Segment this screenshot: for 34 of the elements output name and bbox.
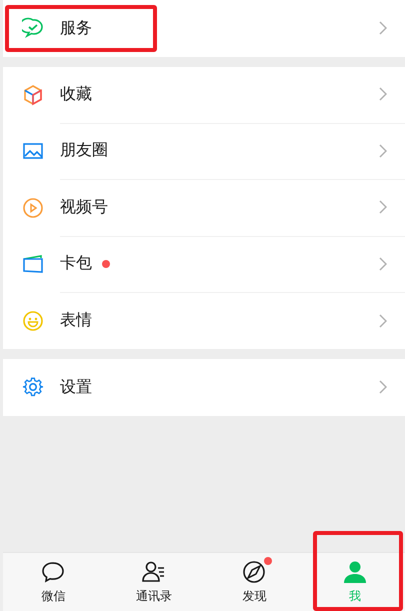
chevron-icon xyxy=(379,314,387,328)
card-icon xyxy=(22,253,44,276)
menu-item-label: 表情 xyxy=(60,310,92,332)
tab[interactable]: 通讯录 xyxy=(104,553,204,611)
menu-item-label: 卡包 xyxy=(60,253,92,274)
tab[interactable]: 发现 xyxy=(204,553,304,611)
tab[interactable]: 微信 xyxy=(3,553,104,611)
chat-bubble-icon xyxy=(40,559,66,585)
chevron-icon xyxy=(379,21,387,36)
menu-item-label: 设置 xyxy=(60,376,92,398)
chat-check-icon xyxy=(22,17,44,40)
chevron-icon xyxy=(379,200,387,214)
chevron-icon xyxy=(379,87,387,102)
menu-item-label: 视频号 xyxy=(60,196,108,218)
menu-item[interactable]: 服务 xyxy=(3,0,405,56)
play-circle-icon xyxy=(22,196,44,219)
person-icon xyxy=(342,559,368,585)
menu-item[interactable]: 表情 xyxy=(3,292,405,349)
menu-item[interactable]: 设置 xyxy=(3,359,405,416)
menu-item-label: 朋友圈 xyxy=(60,140,108,162)
contacts-icon xyxy=(140,559,167,585)
menu-item[interactable]: 朋友圈 xyxy=(3,123,405,180)
smiley-icon xyxy=(22,310,44,332)
compass-icon xyxy=(241,559,268,585)
chevron-icon xyxy=(379,144,387,158)
menu-item-label: 收藏 xyxy=(60,84,92,105)
chevron-icon xyxy=(379,380,387,394)
menu-item-label: 服务 xyxy=(60,18,92,39)
menu-item[interactable]: 视频号 xyxy=(3,180,405,236)
menu-item[interactable]: 收藏 xyxy=(3,66,405,123)
cube-icon xyxy=(22,84,44,106)
chevron-icon xyxy=(379,256,387,271)
menu-item[interactable]: 卡包 xyxy=(3,236,405,292)
settings-icon xyxy=(22,376,44,398)
